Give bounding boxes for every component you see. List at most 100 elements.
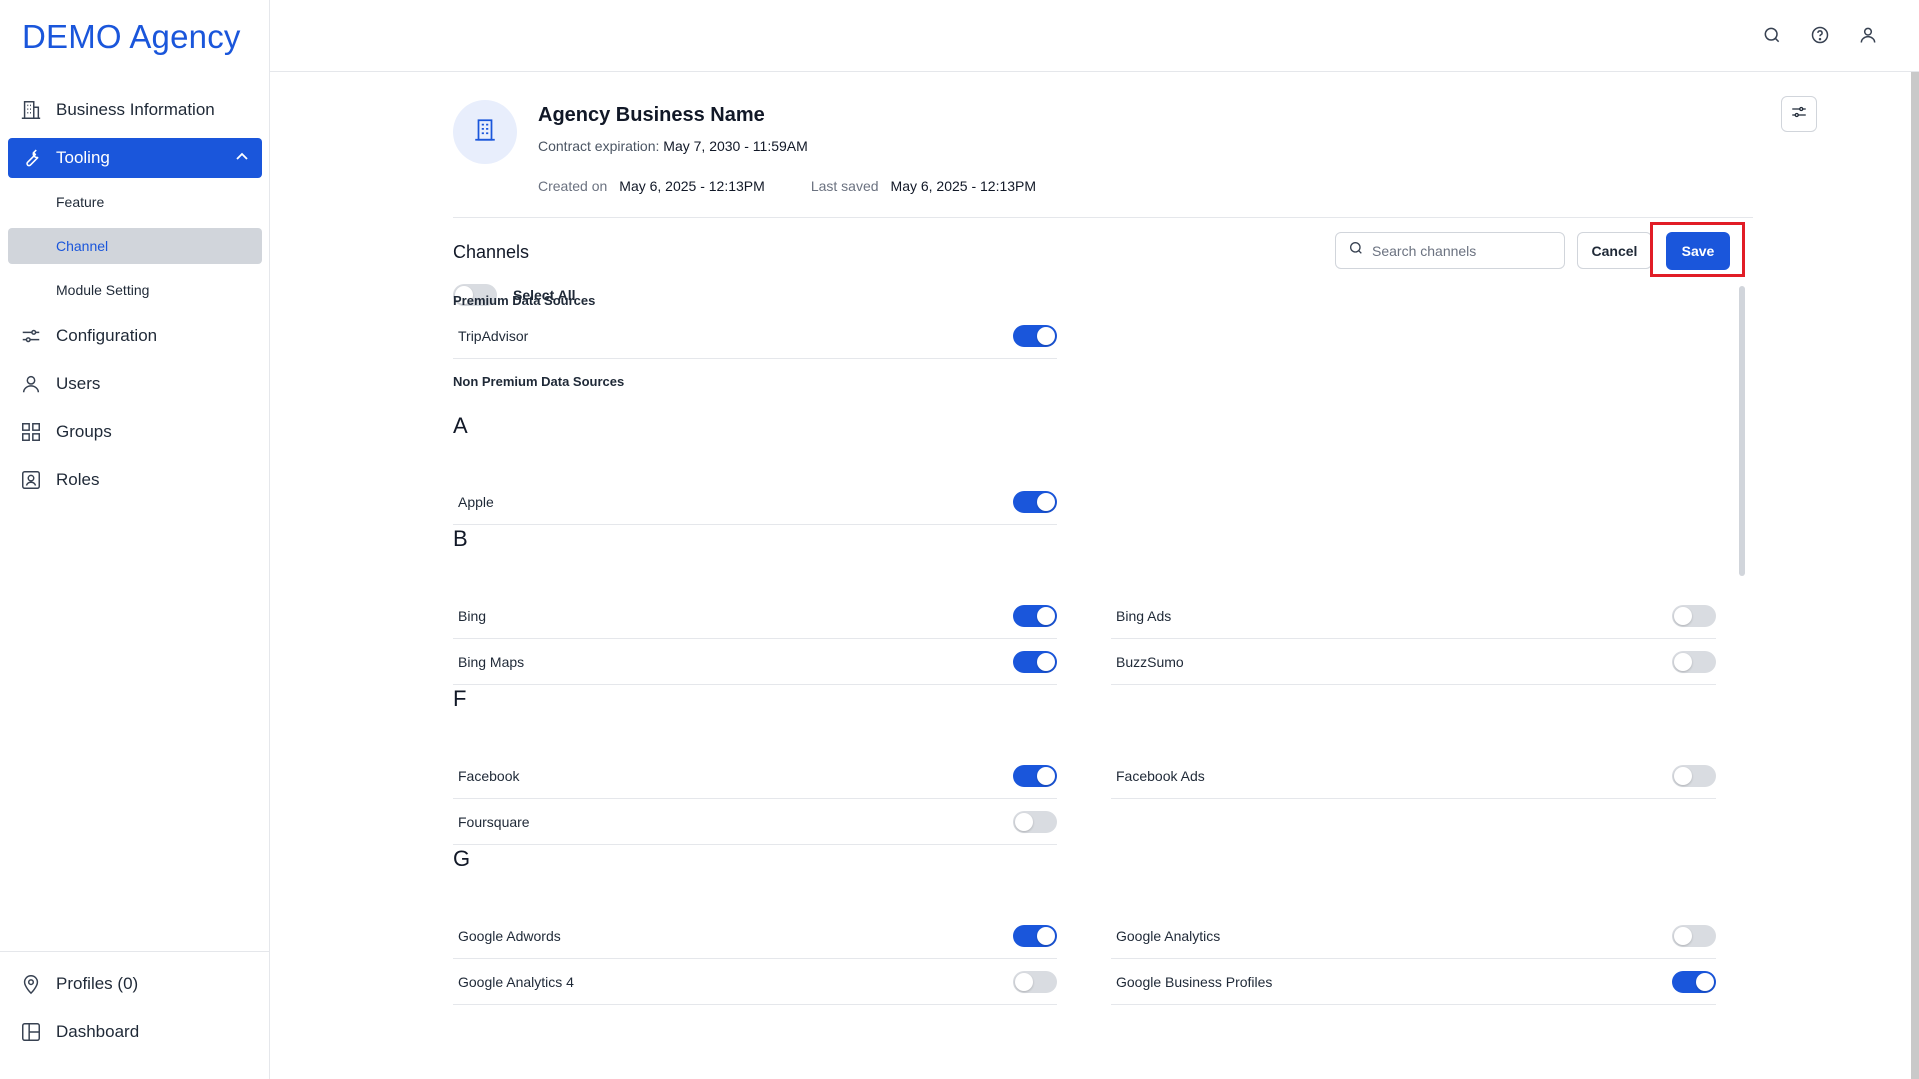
page-scrollbar[interactable] (1911, 72, 1919, 1079)
channel-toggle[interactable] (1013, 490, 1057, 513)
sidebar-nav: Business Information Tooling Feature Cha… (8, 90, 262, 508)
channel-row: Google Adwords (453, 913, 1057, 959)
page-scrollbar-thumb[interactable] (1911, 72, 1919, 1079)
help-icon[interactable] (1809, 24, 1831, 46)
contract-label: Contract expiration: (538, 138, 660, 154)
sidebar-item-label: Groups (56, 422, 112, 441)
sidebar-item-label: Users (56, 374, 101, 393)
top-icon-group (1761, 24, 1879, 46)
letter-heading: F (453, 686, 467, 711)
sidebar-item-label: Profiles (0) (56, 974, 139, 993)
channel-toggle[interactable] (1013, 604, 1057, 627)
tooling-subnav: Feature Channel Module Setting (8, 184, 262, 308)
main-content: Agency Business Name Contract expiration… (270, 72, 1919, 1079)
channel-row: Bing (453, 593, 1057, 639)
top-bar (270, 0, 1919, 72)
non-premium-section-title: Non Premium Data Sources (453, 374, 625, 389)
channel-toggle[interactable] (1013, 924, 1057, 947)
channel-toggle[interactable] (1672, 970, 1716, 993)
chevron-up-icon[interactable] (234, 149, 250, 170)
sidebar-item-label: Tooling (56, 148, 110, 167)
channel-name: Foursquare (458, 813, 530, 830)
letter-heading: B (453, 526, 468, 551)
user-icon[interactable] (1857, 24, 1879, 46)
sidebar-subitem-feature[interactable]: Feature (8, 184, 262, 220)
channel-toggle[interactable] (1013, 650, 1057, 673)
channel-name: Facebook (458, 767, 520, 784)
channel-toggle[interactable] (1013, 970, 1057, 993)
channel-toggle[interactable] (1013, 764, 1057, 787)
sliders-icon (20, 325, 42, 347)
business-avatar (453, 100, 517, 164)
channel-row: Apple (453, 479, 1057, 525)
channel-name: Google Analytics (1116, 927, 1221, 944)
channel-row: Facebook Ads (1111, 753, 1716, 799)
sidebar-item-label: Roles (56, 470, 100, 489)
id-card-icon (20, 469, 42, 491)
brand-logo: DEMO Agency (22, 18, 241, 55)
search-icon[interactable] (1761, 24, 1783, 46)
letter-heading: G (453, 846, 471, 871)
channel-row: Bing Ads (1111, 593, 1716, 639)
map-pin-icon (20, 973, 42, 995)
premium-section-title: Premium Data Sources (453, 293, 596, 308)
sidebar-item-label: Business Information (56, 100, 215, 119)
app-root: DEMO Agency Business Information Tooling… (0, 0, 1919, 1079)
channel-row: Facebook (453, 753, 1057, 799)
channel-toggle[interactable] (1013, 810, 1057, 833)
channel-name: Bing (458, 607, 487, 624)
created-value: May 6, 2025 - 12:13PM (619, 178, 765, 194)
channel-row: Google Analytics (1111, 913, 1716, 959)
sidebar-subitem-module-setting[interactable]: Module Setting (8, 272, 262, 308)
channel-row: Google Business Profiles (1111, 959, 1716, 1005)
channel-name: Bing Ads (1116, 607, 1172, 624)
channel-row: TripAdvisor (453, 313, 1057, 359)
channel-name: Google Analytics 4 (458, 973, 574, 990)
sidebar-item-label: Configuration (56, 326, 158, 345)
search-input[interactable] (1372, 242, 1552, 259)
building-icon (472, 117, 498, 148)
layout-icon (20, 1021, 42, 1043)
channel-row: BuzzSumo (1111, 639, 1716, 685)
grid-icon (20, 421, 42, 443)
channel-row: Google Analytics 4 (453, 959, 1057, 1005)
sidebar-item-roles[interactable]: Roles (8, 460, 262, 500)
saved-label: Last saved (810, 178, 879, 194)
sidebar-item-users[interactable]: Users (8, 364, 262, 404)
channels-title: Channels (453, 242, 530, 262)
channel-name: Apple (458, 493, 494, 510)
channel-toggle[interactable] (1013, 324, 1057, 347)
channel-toggle[interactable] (1672, 764, 1716, 787)
channel-toggle[interactable] (1672, 604, 1716, 627)
channel-list-scrollbar[interactable] (1739, 286, 1745, 576)
contract-value: May 7, 2030 - 11:59AM (663, 138, 808, 154)
channel-toggle[interactable] (1672, 650, 1716, 673)
channel-name: Google Adwords (458, 927, 561, 944)
save-button[interactable]: Save (1666, 232, 1730, 270)
cancel-button[interactable]: Cancel (1577, 232, 1652, 269)
channel-toggle[interactable] (1672, 924, 1716, 947)
business-dates: Created on May 6, 2025 - 12:13PM Last save… (538, 178, 1082, 194)
sidebar-item-dashboard[interactable]: Dashboard (8, 1012, 262, 1052)
sidebar-item-tooling[interactable]: Tooling (8, 138, 262, 178)
sidebar-subitem-channel[interactable]: Channel (8, 228, 262, 264)
channel-name: Bing Maps (458, 653, 525, 670)
sidebar-item-label: Dashboard (56, 1022, 140, 1041)
sidebar-item-groups[interactable]: Groups (8, 412, 262, 452)
business-header: Agency Business Name Contract expiration… (453, 100, 1753, 218)
saved-value: May 6, 2025 - 12:13PM (890, 178, 1037, 194)
settings-button[interactable] (1781, 96, 1817, 132)
sidebar-bottom: Profiles (0) Dashboard (0, 951, 270, 1060)
channel-row: Foursquare (453, 799, 1057, 845)
channel-name: Facebook Ads (1116, 767, 1205, 784)
sidebar: DEMO Agency Business Information Tooling… (0, 0, 270, 1079)
channel-name: BuzzSumo (1116, 653, 1184, 670)
letter-heading: A (453, 413, 468, 438)
contract-expiration: Contract expiration: May 7, 2030 - 11:59… (538, 138, 808, 154)
sidebar-item-business-information[interactable]: Business Information (8, 90, 262, 130)
channel-search[interactable] (1335, 232, 1565, 269)
sliders-icon (1790, 103, 1808, 126)
created-label: Created on (538, 178, 608, 194)
sidebar-item-configuration[interactable]: Configuration (8, 316, 262, 356)
sidebar-item-profiles[interactable]: Profiles (0) (8, 964, 262, 1004)
